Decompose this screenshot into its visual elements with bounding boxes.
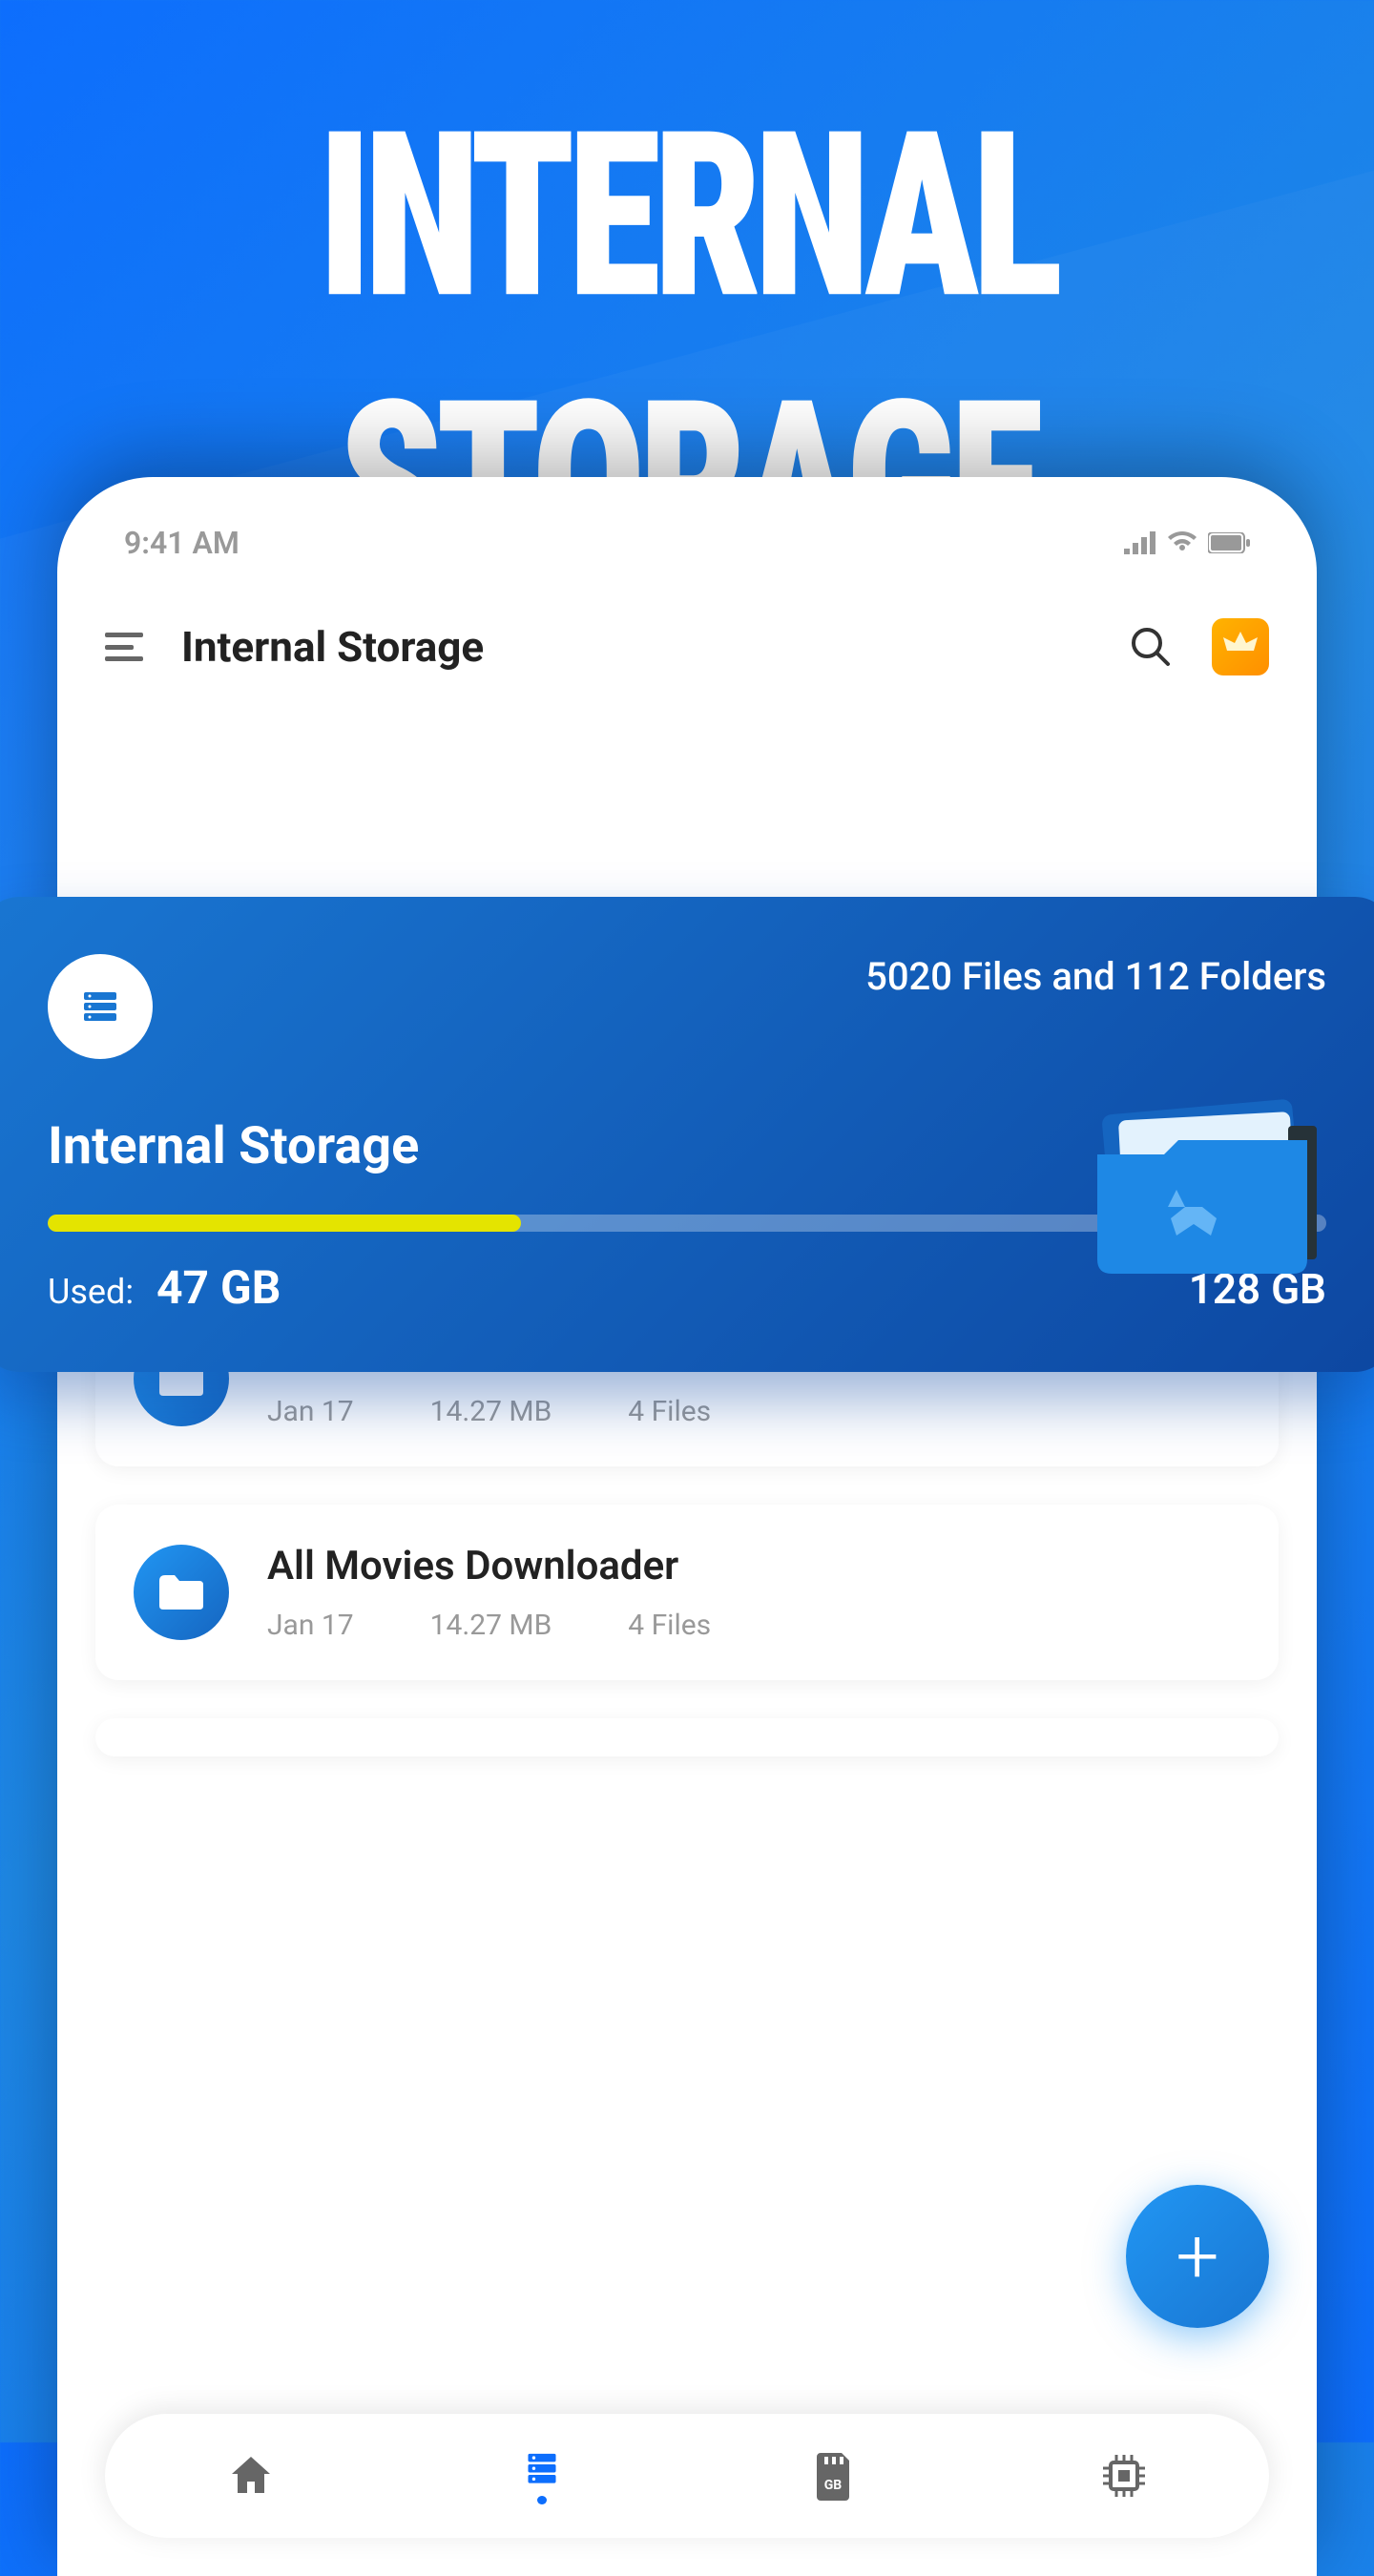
folder-illustration-icon [1069,1088,1336,1278]
folder-files: 4 Files [628,1395,711,1428]
wifi-icon [1168,531,1197,554]
storage-icon [48,954,153,1059]
nav-sd-card[interactable]: GB [804,2447,862,2504]
files-folders-count: 5020 Files and 112 Folders [865,954,1326,999]
battery-icon [1208,532,1250,553]
folder-size: 14.27 MB [430,1395,552,1428]
search-icon[interactable] [1128,624,1174,670]
nav-storage[interactable] [513,2447,571,2504]
signal-icon [1124,531,1156,554]
app-title: Internal Storage [181,622,1090,672]
status-time: 9:41 AM [124,525,239,561]
menu-icon[interactable] [105,633,143,661]
app-header: Internal Storage [57,580,1317,714]
premium-icon[interactable] [1212,618,1269,675]
folder-files: 4 Files [628,1609,711,1642]
status-bar: 9:41 AM [57,477,1317,580]
folder-item[interactable] [95,1718,1279,1756]
folder-name: All Movies Downloader [267,1543,1240,1589]
svg-text:GB: GB [823,2478,842,2493]
folder-item[interactable]: All Movies Downloader Jan 17 14.27 MB 4 … [95,1505,1279,1680]
folder-size: 14.27 MB [430,1609,552,1642]
nav-processor[interactable] [1095,2447,1153,2504]
used-value: 47 GB [156,1260,281,1315]
folder-date: Jan 17 [267,1609,354,1642]
used-label: Used: [48,1272,134,1312]
status-icons [1124,531,1250,554]
folder-date: Jan 17 [267,1395,354,1428]
bottom-nav: GB [105,2414,1269,2538]
folder-icon [134,1545,229,1640]
phone-frame: 9:41 AM Internal Storage 5020 Files and … [57,477,1317,2576]
nav-home[interactable] [222,2447,280,2504]
add-button[interactable]: + [1126,2185,1269,2328]
nav-active-indicator [537,2496,547,2504]
plus-icon: + [1176,2212,1218,2301]
storage-card[interactable]: 5020 Files and 112 Folders Internal Stor… [0,897,1374,1372]
